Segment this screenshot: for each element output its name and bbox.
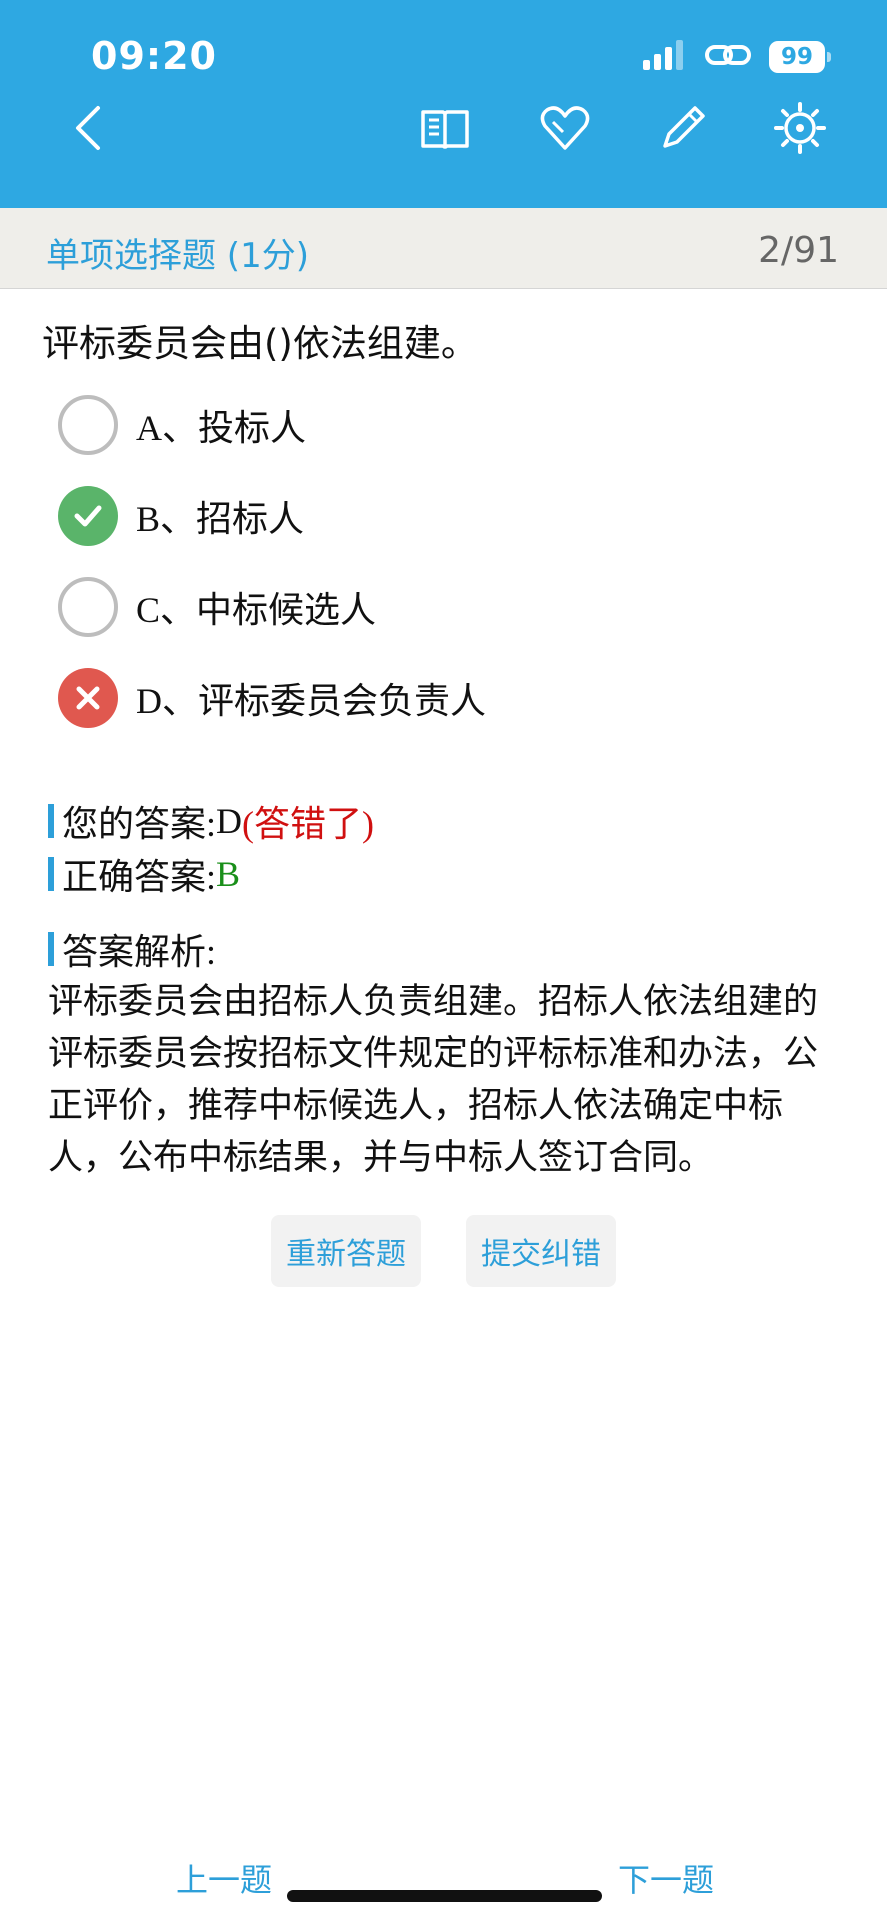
correct-answer-label: 正确答案: — [62, 857, 217, 897]
your-answer-value: D — [216, 801, 243, 841]
option-d[interactable]: D、评标委员会负责人 — [58, 665, 818, 731]
report-error-button[interactable]: 提交纠错 — [466, 1215, 616, 1287]
top-header: 09:20 99 — [0, 0, 887, 208]
accent-bar — [48, 804, 54, 838]
option-label: D、评标委员会负责人 — [136, 681, 486, 721]
home-indicator[interactable] — [287, 1890, 602, 1902]
pencil-icon[interactable] — [655, 100, 711, 156]
accent-bar — [48, 857, 54, 891]
back-chevron-icon[interactable] — [62, 100, 118, 156]
status-indicators: 99 — [643, 40, 831, 74]
accent-bar — [48, 932, 54, 966]
signal-icon — [643, 40, 687, 74]
question-text: 评标委员会由()依法组建。 — [42, 322, 478, 365]
option-label: B、招标人 — [136, 499, 305, 539]
option-label: C、中标候选人 — [136, 590, 377, 630]
question-type-bar: 单项选择题 (1分) 2/91 — [0, 208, 887, 289]
option-a[interactable]: A、投标人 — [58, 392, 818, 458]
next-question-link[interactable]: 下一题 — [618, 1855, 714, 1901]
prev-question-link[interactable]: 上一题 — [176, 1855, 272, 1901]
radio-empty-icon — [58, 577, 118, 637]
check-circle-icon — [58, 486, 118, 546]
analysis-label: 答案解析: — [62, 932, 217, 972]
question-progress: 2/91 — [758, 230, 839, 271]
your-answer-row: 您的答案: D (答错了) — [48, 795, 374, 847]
question-type-title: 单项选择题 (1分) — [46, 236, 309, 276]
analysis-text: 评标委员会由招标人负责组建。招标人依法组建的评标委员会按招标文件规定的评标标准和… — [48, 982, 819, 1178]
settings-gear-icon[interactable] — [772, 100, 828, 156]
correct-answer-row: 正确答案: B — [48, 848, 240, 900]
retry-button[interactable]: 重新答题 — [271, 1215, 421, 1287]
option-c[interactable]: C、中标候选人 — [58, 574, 818, 640]
option-label: A、投标人 — [136, 408, 306, 448]
cross-circle-icon — [58, 668, 118, 728]
radio-empty-icon — [58, 395, 118, 455]
book-icon[interactable] — [417, 100, 473, 156]
correct-answer-value: B — [216, 854, 241, 894]
your-answer-label: 您的答案: — [62, 804, 217, 844]
option-b[interactable]: B、招标人 — [58, 483, 818, 549]
wrong-note: (答错了) — [242, 804, 374, 844]
analysis-heading: 答案解析: — [48, 923, 216, 975]
status-time: 09:20 — [91, 34, 217, 78]
battery-indicator: 99 — [769, 41, 831, 73]
heart-icon[interactable] — [537, 100, 593, 156]
link-icon — [705, 40, 751, 74]
